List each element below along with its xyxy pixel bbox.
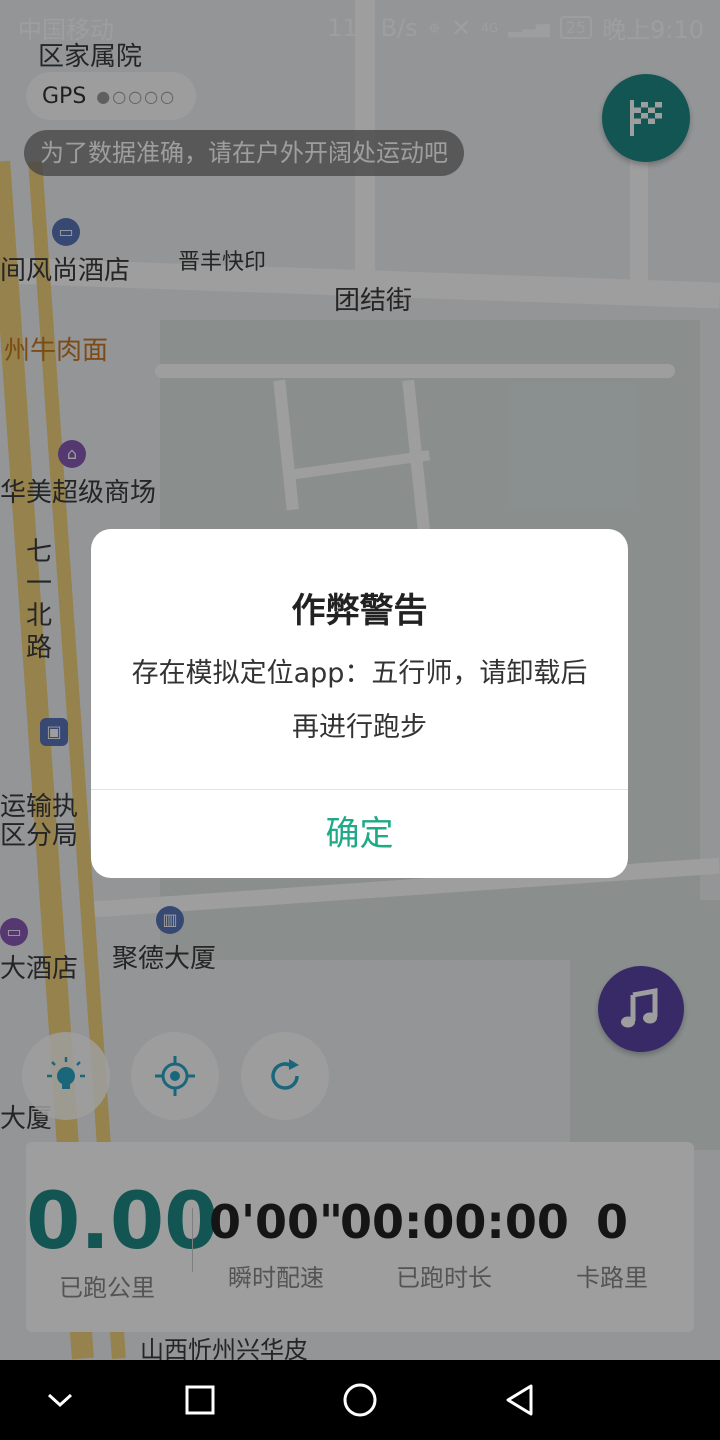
system-nav-bar <box>0 1360 720 1440</box>
square-icon <box>185 1385 215 1415</box>
circle-icon <box>343 1383 377 1417</box>
nav-collapse-button[interactable] <box>36 1376 84 1424</box>
nav-back-button[interactable] <box>496 1376 544 1424</box>
nav-home-button[interactable] <box>336 1376 384 1424</box>
triangle-back-icon <box>506 1384 533 1416</box>
confirm-button[interactable]: 确定 <box>91 790 628 878</box>
dialog-title: 作弊警告 <box>291 591 428 631</box>
nav-recents-button[interactable] <box>176 1376 224 1424</box>
dialog-message: 存在模拟定位app：五行师，请卸载后再进行跑步 <box>131 658 588 743</box>
cheat-warning-dialog: 作弊警告 存在模拟定位app：五行师，请卸载后再进行跑步 确定 <box>91 529 628 878</box>
chevron-down-icon <box>47 1393 73 1408</box>
